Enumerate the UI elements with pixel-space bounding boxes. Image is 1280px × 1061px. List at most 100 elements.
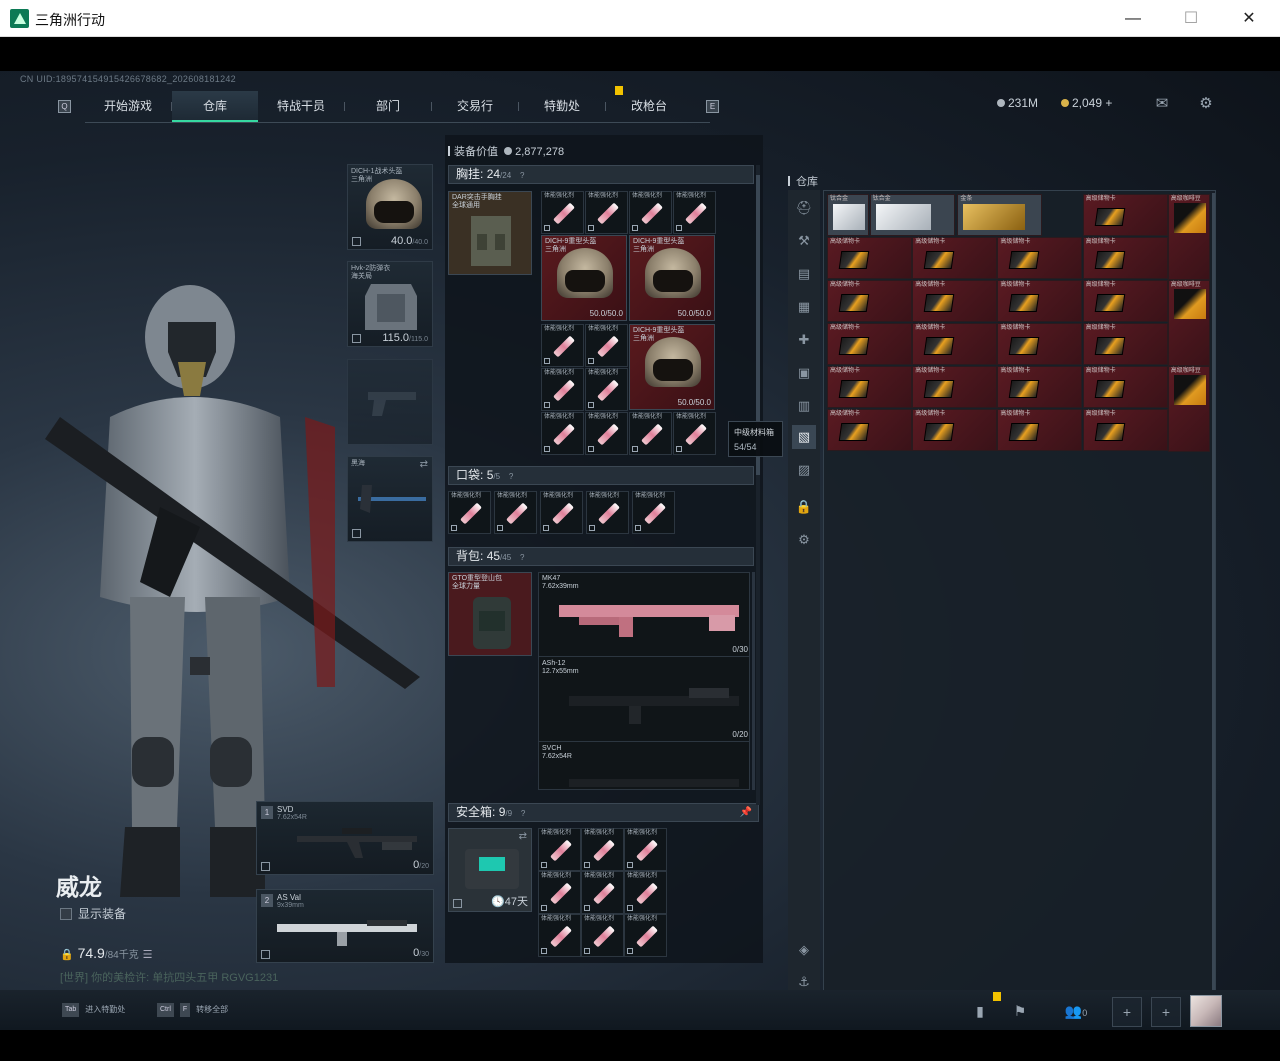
chest-rig-item[interactable]: DAR突击手胸挂 全球通用 xyxy=(448,191,532,275)
injector-item[interactable]: 体能强化剂 xyxy=(494,491,537,534)
tab-department[interactable]: 部门 xyxy=(345,91,431,122)
ammo-category-icon[interactable]: ▤ xyxy=(792,262,816,286)
warehouse-scrollbar[interactable] xyxy=(1212,193,1215,993)
tab-gunsmith[interactable]: 改枪台 xyxy=(606,91,692,122)
pin-icon[interactable]: 📌 xyxy=(740,804,752,821)
swap-icon[interactable]: ⇄ xyxy=(519,831,527,842)
warehouse-item[interactable]: 高级储物卡 xyxy=(912,237,998,279)
swap-icon[interactable]: ⇄ xyxy=(420,459,428,470)
warehouse-item[interactable]: 高级储物卡 xyxy=(912,366,998,408)
tab-warehouse[interactable]: 仓库 xyxy=(172,91,258,122)
heavy-helmet-item[interactable]: DICH-9重型头盔 三角洲 50.0/50.0 xyxy=(629,324,715,410)
injector-item[interactable]: 体能强化剂 xyxy=(540,491,583,534)
injector-item[interactable]: 体能强化剂 xyxy=(673,412,716,455)
warehouse-item[interactable]: 高级储物卡 xyxy=(1082,409,1168,451)
material-crate-category-icon[interactable]: ▧ xyxy=(792,425,816,449)
tab-trading[interactable]: 交易行 xyxy=(432,91,518,122)
warehouse-item[interactable]: 高级储物卡 xyxy=(827,237,912,279)
armor-slot[interactable]: Hvk-2防弹衣 海关局 115.0/115.0 xyxy=(347,261,433,347)
key-category-icon[interactable]: ▣ xyxy=(792,361,816,385)
injector-item[interactable]: 体能强化剂 xyxy=(624,871,667,914)
help-icon[interactable]: ? xyxy=(517,171,527,181)
warehouse-item[interactable]: 高级储物卡 xyxy=(997,409,1083,451)
add-squad-button[interactable]: + xyxy=(1151,997,1181,1027)
gear-icon[interactable]: ⚙ xyxy=(1197,96,1215,112)
helmet-category-icon[interactable]: ⛑ xyxy=(792,196,816,220)
close-button[interactable]: ✕ xyxy=(1220,0,1278,37)
tab-special-ops[interactable]: 特勤处 xyxy=(519,91,605,122)
gear-icon[interactable]: ⚙ xyxy=(792,528,816,552)
injector-item[interactable]: 体能强化剂 xyxy=(624,828,667,871)
checkbox[interactable] xyxy=(60,908,72,920)
melee-slot[interactable]: 黑海 ⇄ xyxy=(347,456,433,542)
warehouse-item[interactable]: 高级咖啡豆 xyxy=(1167,366,1210,452)
flag-icon[interactable]: ⚑ xyxy=(1005,997,1035,1027)
injector-item[interactable]: 体能强化剂 xyxy=(581,828,624,871)
injector-item[interactable]: 体能强化剂 xyxy=(673,191,716,234)
warehouse-item[interactable]: 金条 xyxy=(957,194,1043,236)
injector-item[interactable]: 体能强化剂 xyxy=(448,491,491,534)
warehouse-item[interactable]: 高级储物卡 xyxy=(912,280,998,322)
secondary-weapon-slot[interactable]: 2 AS Val 9x39mm 0/30 xyxy=(256,889,434,963)
nav-right-key[interactable]: E xyxy=(706,100,719,113)
warehouse-item[interactable]: 高级咖啡豆 xyxy=(1167,280,1210,366)
transfer-all-shortcut[interactable]: Ctrl F 转移全部 xyxy=(157,1000,228,1020)
primary-weapon-slot[interactable]: 1 SVD 7.62x54R 0/20 xyxy=(256,801,434,875)
warehouse-item[interactable]: 高级咖啡豆 xyxy=(1167,194,1210,280)
warehouse-item[interactable]: 高级储物卡 xyxy=(997,280,1083,322)
scrollbar[interactable] xyxy=(752,572,755,790)
help-icon[interactable]: ? xyxy=(518,809,528,819)
pistol-slot[interactable] xyxy=(347,359,433,445)
injector-item[interactable]: 体能强化剂 xyxy=(629,412,672,455)
warehouse-item[interactable]: 高级储物卡 xyxy=(997,323,1083,365)
injector-item[interactable]: 体能强化剂 xyxy=(538,871,581,914)
warehouse-item[interactable]: 高级储物卡 xyxy=(912,323,998,365)
friends-icon[interactable]: 👥0 xyxy=(1058,997,1094,1027)
gun-item-svch[interactable]: SVCH 7.62x54R xyxy=(539,743,749,789)
add-squad-button[interactable]: + xyxy=(1112,997,1142,1027)
injector-item[interactable]: 体能强化剂 xyxy=(624,914,667,957)
warehouse-item[interactable]: 高级储物卡 xyxy=(827,323,912,365)
nav-left-key[interactable]: Q xyxy=(58,100,71,113)
injector-item[interactable]: 体能强化剂 xyxy=(585,324,628,367)
warehouse-item[interactable]: 高级储物卡 xyxy=(1082,323,1168,365)
maximize-button[interactable]: ☐ xyxy=(1162,0,1220,37)
warehouse-item[interactable]: 高级储物卡 xyxy=(997,237,1083,279)
injector-item[interactable]: 体能强化剂 xyxy=(632,491,675,534)
injector-item[interactable]: 体能强化剂 xyxy=(585,191,628,234)
warehouse-item[interactable]: 高级储物卡 xyxy=(997,366,1083,408)
anchor-icon[interactable]: ⚓ xyxy=(792,970,816,994)
help-icon[interactable]: ? xyxy=(517,553,527,563)
injector-item[interactable]: 体能强化剂 xyxy=(585,368,628,411)
injector-item[interactable]: 体能强化剂 xyxy=(581,914,624,957)
tab-start-game[interactable]: 开始游戏 xyxy=(85,91,171,122)
injector-item[interactable]: 体能强化剂 xyxy=(541,324,584,367)
warehouse-item[interactable]: 高级储物卡 xyxy=(827,280,912,322)
injector-item[interactable]: 体能强化剂 xyxy=(581,871,624,914)
injector-item[interactable]: 体能强化剂 xyxy=(541,368,584,411)
warehouse-item[interactable]: 高级储物卡 xyxy=(912,409,998,451)
warehouse-item[interactable]: 高级储物卡 xyxy=(1082,237,1168,279)
injector-item[interactable]: 体能强化剂 xyxy=(538,914,581,957)
lock-icon[interactable]: 🔒 xyxy=(792,495,816,519)
weapon-category-icon[interactable]: ⚒ xyxy=(792,229,816,253)
injector-item[interactable]: 体能强化剂 xyxy=(585,412,628,455)
safebox-item[interactable]: ⇄ 🕓47天 xyxy=(448,828,532,912)
warehouse-item[interactable]: 钛合金 xyxy=(869,194,955,236)
help-icon[interactable]: ? xyxy=(506,472,516,482)
grid-category-icon[interactable]: ▦ xyxy=(792,295,816,319)
list-icon[interactable]: ☰ xyxy=(143,949,153,961)
injector-item[interactable]: 体能强化剂 xyxy=(629,191,672,234)
injector-item[interactable]: 体能强化剂 xyxy=(586,491,629,534)
warehouse-item[interactable]: 钛合金 xyxy=(827,194,869,236)
tab-operators[interactable]: 特战干员 xyxy=(258,91,344,122)
helmet-slot[interactable]: DICH-1战术头盔 三角洲 40.0/40.0 xyxy=(347,164,433,250)
minimize-button[interactable]: — xyxy=(1104,0,1162,37)
warehouse-item[interactable]: 高级储物卡 xyxy=(1082,280,1168,322)
loadout-scrollbar[interactable] xyxy=(756,165,760,805)
heavy-helmet-item[interactable]: DICH-9重型头盔 三角洲 50.0/50.0 xyxy=(541,235,627,321)
special-ops-shortcut[interactable]: Tab 进入特勤处 xyxy=(62,1000,125,1020)
warehouse-item[interactable]: 高级储物卡 xyxy=(1082,366,1168,408)
warehouse-item[interactable]: 高级储物卡 xyxy=(1082,194,1168,236)
medical-category-icon[interactable]: ✚ xyxy=(792,328,816,352)
